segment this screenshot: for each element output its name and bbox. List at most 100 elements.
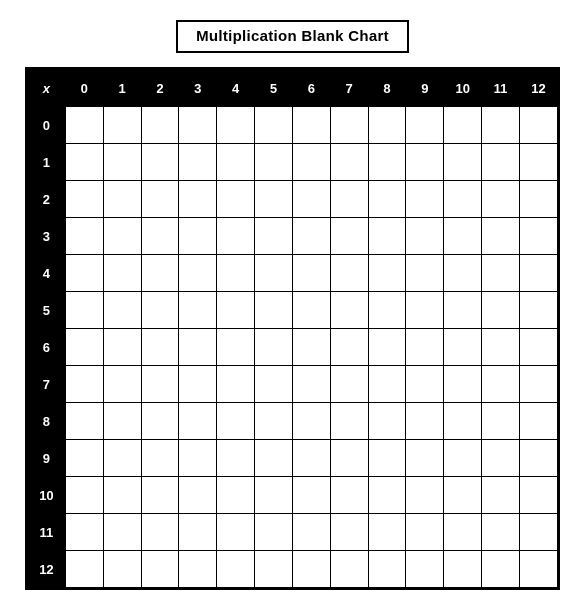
cell-12-8[interactable] (368, 551, 406, 588)
cell-4-0[interactable] (65, 255, 103, 292)
cell-0-8[interactable] (368, 107, 406, 144)
cell-3-7[interactable] (330, 218, 368, 255)
cell-10-7[interactable] (330, 477, 368, 514)
cell-3-12[interactable] (519, 218, 557, 255)
cell-2-12[interactable] (519, 181, 557, 218)
cell-7-10[interactable] (444, 366, 482, 403)
cell-4-10[interactable] (444, 255, 482, 292)
cell-12-0[interactable] (65, 551, 103, 588)
cell-12-2[interactable] (141, 551, 179, 588)
cell-0-6[interactable] (292, 107, 330, 144)
cell-11-7[interactable] (330, 514, 368, 551)
cell-9-3[interactable] (179, 440, 217, 477)
cell-10-5[interactable] (255, 477, 293, 514)
cell-12-4[interactable] (217, 551, 255, 588)
cell-7-7[interactable] (330, 366, 368, 403)
cell-6-11[interactable] (482, 329, 520, 366)
cell-2-11[interactable] (482, 181, 520, 218)
cell-6-9[interactable] (406, 329, 444, 366)
cell-0-11[interactable] (482, 107, 520, 144)
cell-1-11[interactable] (482, 144, 520, 181)
cell-3-3[interactable] (179, 218, 217, 255)
cell-5-12[interactable] (519, 292, 557, 329)
cell-8-9[interactable] (406, 403, 444, 440)
cell-4-9[interactable] (406, 255, 444, 292)
cell-5-1[interactable] (103, 292, 141, 329)
cell-12-3[interactable] (179, 551, 217, 588)
cell-9-8[interactable] (368, 440, 406, 477)
cell-1-6[interactable] (292, 144, 330, 181)
cell-11-5[interactable] (255, 514, 293, 551)
cell-8-10[interactable] (444, 403, 482, 440)
cell-11-6[interactable] (292, 514, 330, 551)
cell-1-4[interactable] (217, 144, 255, 181)
cell-7-11[interactable] (482, 366, 520, 403)
cell-2-6[interactable] (292, 181, 330, 218)
cell-5-6[interactable] (292, 292, 330, 329)
cell-0-0[interactable] (65, 107, 103, 144)
cell-7-0[interactable] (65, 366, 103, 403)
cell-12-10[interactable] (444, 551, 482, 588)
cell-0-1[interactable] (103, 107, 141, 144)
cell-5-2[interactable] (141, 292, 179, 329)
cell-1-9[interactable] (406, 144, 444, 181)
cell-0-10[interactable] (444, 107, 482, 144)
cell-9-10[interactable] (444, 440, 482, 477)
cell-11-12[interactable] (519, 514, 557, 551)
cell-9-0[interactable] (65, 440, 103, 477)
cell-2-5[interactable] (255, 181, 293, 218)
cell-9-2[interactable] (141, 440, 179, 477)
cell-3-10[interactable] (444, 218, 482, 255)
cell-9-12[interactable] (519, 440, 557, 477)
cell-5-3[interactable] (179, 292, 217, 329)
cell-7-12[interactable] (519, 366, 557, 403)
cell-6-10[interactable] (444, 329, 482, 366)
cell-1-5[interactable] (255, 144, 293, 181)
cell-2-9[interactable] (406, 181, 444, 218)
cell-12-9[interactable] (406, 551, 444, 588)
cell-11-4[interactable] (217, 514, 255, 551)
cell-4-6[interactable] (292, 255, 330, 292)
cell-11-0[interactable] (65, 514, 103, 551)
cell-7-6[interactable] (292, 366, 330, 403)
cell-12-12[interactable] (519, 551, 557, 588)
cell-3-0[interactable] (65, 218, 103, 255)
cell-6-8[interactable] (368, 329, 406, 366)
cell-10-12[interactable] (519, 477, 557, 514)
cell-8-4[interactable] (217, 403, 255, 440)
cell-12-5[interactable] (255, 551, 293, 588)
cell-8-6[interactable] (292, 403, 330, 440)
cell-6-3[interactable] (179, 329, 217, 366)
cell-11-2[interactable] (141, 514, 179, 551)
cell-5-7[interactable] (330, 292, 368, 329)
cell-3-2[interactable] (141, 218, 179, 255)
cell-0-5[interactable] (255, 107, 293, 144)
cell-5-11[interactable] (482, 292, 520, 329)
cell-9-11[interactable] (482, 440, 520, 477)
cell-0-3[interactable] (179, 107, 217, 144)
cell-6-12[interactable] (519, 329, 557, 366)
cell-6-1[interactable] (103, 329, 141, 366)
cell-2-3[interactable] (179, 181, 217, 218)
cell-4-5[interactable] (255, 255, 293, 292)
cell-6-0[interactable] (65, 329, 103, 366)
cell-7-3[interactable] (179, 366, 217, 403)
cell-11-3[interactable] (179, 514, 217, 551)
cell-2-7[interactable] (330, 181, 368, 218)
cell-1-12[interactable] (519, 144, 557, 181)
cell-3-4[interactable] (217, 218, 255, 255)
cell-12-6[interactable] (292, 551, 330, 588)
cell-10-6[interactable] (292, 477, 330, 514)
cell-4-7[interactable] (330, 255, 368, 292)
cell-8-12[interactable] (519, 403, 557, 440)
cell-1-8[interactable] (368, 144, 406, 181)
cell-10-0[interactable] (65, 477, 103, 514)
cell-9-4[interactable] (217, 440, 255, 477)
cell-4-2[interactable] (141, 255, 179, 292)
cell-11-1[interactable] (103, 514, 141, 551)
cell-0-7[interactable] (330, 107, 368, 144)
cell-10-11[interactable] (482, 477, 520, 514)
cell-3-11[interactable] (482, 218, 520, 255)
cell-3-5[interactable] (255, 218, 293, 255)
cell-1-7[interactable] (330, 144, 368, 181)
